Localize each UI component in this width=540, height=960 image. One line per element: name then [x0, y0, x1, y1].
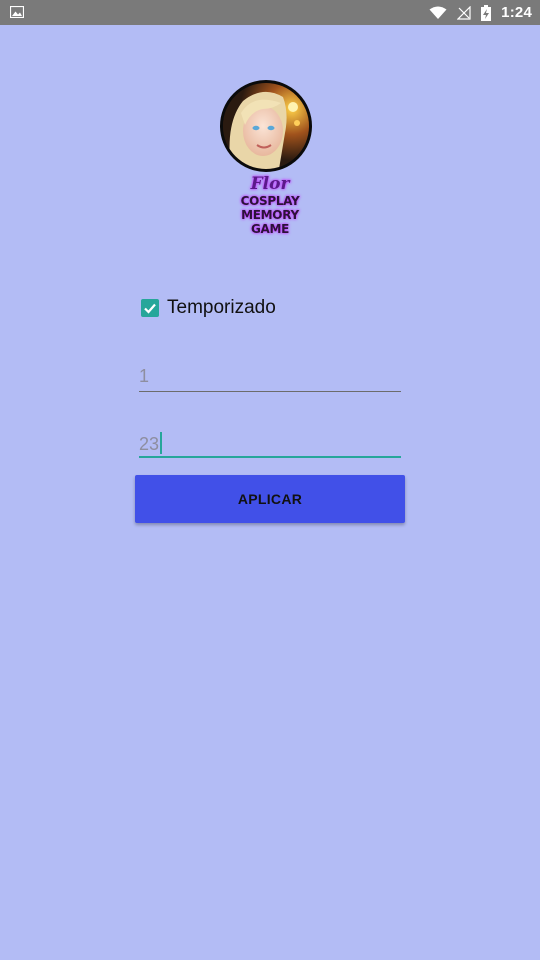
status-time: 1:24: [501, 4, 532, 21]
time-input-underline: [139, 456, 401, 458]
avatar: [220, 80, 312, 172]
logo-line2: COSPLAY MEMORY: [240, 194, 300, 222]
checkmark-icon: [144, 303, 156, 314]
timer-checkbox-row[interactable]: Temporizado: [141, 296, 276, 320]
rows-input-value[interactable]: 1: [139, 366, 149, 387]
time-input[interactable]: 23: [139, 428, 401, 458]
apply-button[interactable]: APLICAR: [135, 475, 405, 523]
rows-input[interactable]: 1: [139, 362, 401, 392]
rows-input-underline: [139, 391, 401, 392]
time-input-value[interactable]: 23: [139, 434, 159, 454]
time-input-wrapper[interactable]: 23: [139, 432, 163, 455]
status-bar: 1:24: [0, 0, 540, 25]
timer-checkbox-label[interactable]: Temporizado: [167, 297, 276, 319]
signal-icon: [457, 5, 471, 20]
app-logo: Flor COSPLAY MEMORY GAME: [212, 78, 328, 236]
image-icon: [10, 6, 24, 18]
status-icons: 1:24: [429, 0, 532, 25]
text-cursor: [160, 432, 163, 454]
logo-line3: GAME: [250, 222, 290, 236]
wifi-icon: [429, 6, 447, 19]
timer-checkbox[interactable]: [141, 299, 159, 317]
logo-text: Flor COSPLAY MEMORY GAME: [212, 174, 328, 236]
logo-line1: Flor: [250, 174, 290, 194]
battery-charging-icon: [481, 4, 492, 21]
